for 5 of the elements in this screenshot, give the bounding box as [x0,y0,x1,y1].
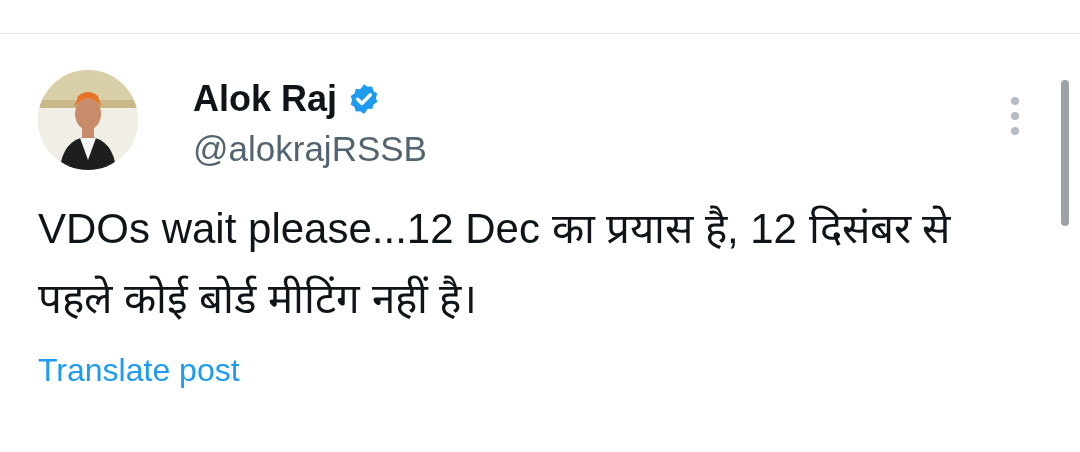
author-name[interactable]: Alok Raj [193,74,338,124]
post-text: VDOs wait please...12 Dec का प्रयास है, 12 दिसंबर से पहले कोई बोर्ड मीटिंग नहीं है। [38,204,952,324]
author-handle[interactable]: @alokrajRSSB [193,124,427,174]
more-options-icon[interactable] [1010,96,1020,136]
scrollbar[interactable] [1061,80,1069,226]
